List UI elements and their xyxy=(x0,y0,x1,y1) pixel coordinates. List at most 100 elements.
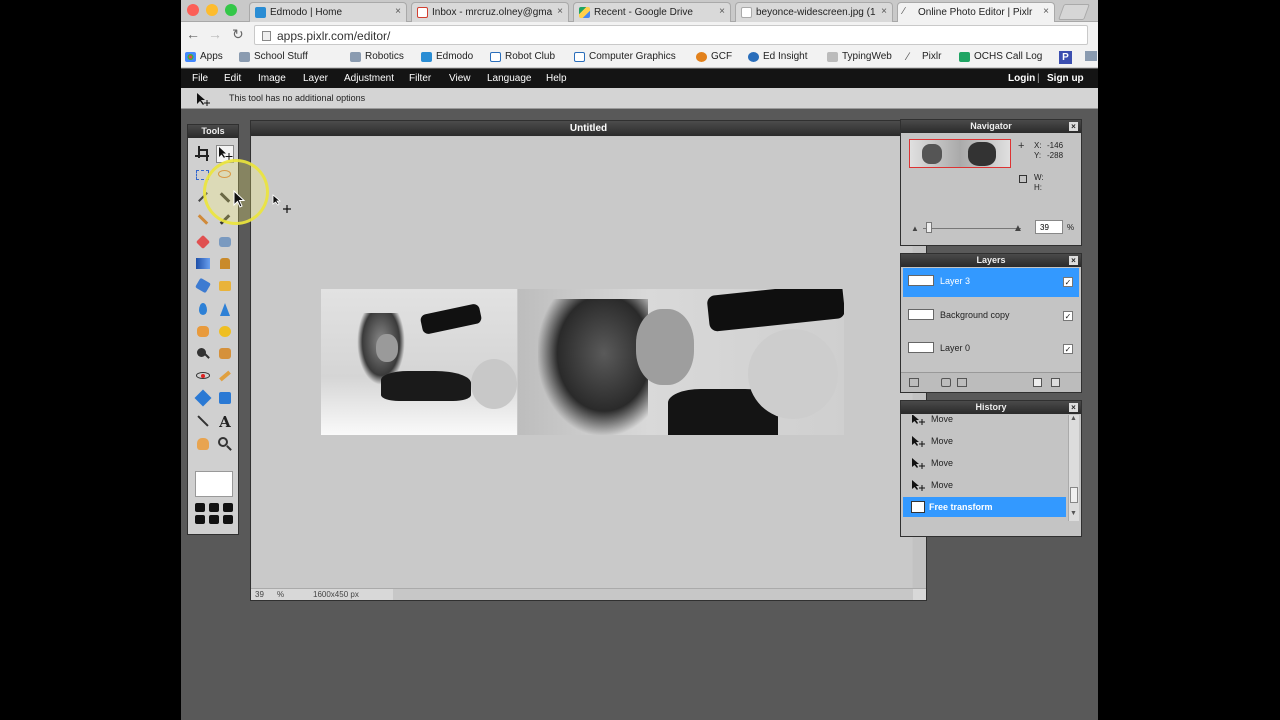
new-layer-icon[interactable] xyxy=(1033,378,1042,387)
tab-edmodo[interactable]: Edmodo | Home × xyxy=(249,2,407,22)
delete-layer-icon[interactable] xyxy=(1051,378,1060,387)
forward-arrow-icon[interactable]: → xyxy=(208,26,222,42)
tab-beyonce-image[interactable]: beyonce-widescreen.jpg (1 × xyxy=(735,2,893,22)
tab-gmail[interactable]: Inbox - mrcruz.olney@gma × xyxy=(411,2,569,22)
navigator-zoom-input[interactable]: 39 xyxy=(1035,220,1063,234)
scrollbar-thumb[interactable] xyxy=(1070,487,1078,503)
layer-styles-icon[interactable] xyxy=(909,378,919,387)
tab-close-icon[interactable]: × xyxy=(719,6,725,17)
layer-visibility-checkbox[interactable]: ✓ xyxy=(1063,311,1073,321)
close-icon[interactable]: × xyxy=(1069,122,1078,131)
layer-row-background-copy[interactable]: Background copy ✓ xyxy=(903,302,1079,331)
layer-mask-icon[interactable] xyxy=(941,378,951,387)
pinch-tool-icon[interactable] xyxy=(216,389,234,407)
menu-file[interactable]: File xyxy=(192,73,208,84)
dodge-tool-icon[interactable] xyxy=(194,345,212,363)
bloat-tool-icon[interactable] xyxy=(194,389,212,407)
red-eye-tool-icon[interactable] xyxy=(194,367,212,385)
drawing-tool-icon[interactable] xyxy=(216,277,234,295)
layer-3-image[interactable] xyxy=(518,289,844,435)
horizontal-scrollbar[interactable] xyxy=(393,589,913,600)
history-scrollbar[interactable]: ▲ ▼ xyxy=(1068,415,1079,521)
spot-heal-tool-icon[interactable] xyxy=(216,367,234,385)
history-item-move[interactable]: Move xyxy=(903,475,1066,495)
type-tool-icon[interactable]: A xyxy=(216,413,234,431)
tab-close-icon[interactable]: × xyxy=(1043,6,1049,17)
menu-language[interactable]: Language xyxy=(487,73,532,84)
zoom-tool-icon[interactable] xyxy=(216,435,234,453)
layer-folder-icon[interactable] xyxy=(957,378,967,387)
scroll-down-icon[interactable]: ▼ xyxy=(1070,510,1077,517)
tab-close-icon[interactable]: × xyxy=(395,6,401,17)
menu-edit[interactable]: Edit xyxy=(224,73,241,84)
bookmark-robotics[interactable]: Robotics xyxy=(350,51,404,62)
tab-close-icon[interactable]: × xyxy=(881,6,887,17)
history-item-move[interactable]: Move xyxy=(903,453,1066,473)
bookmark-ochs-call-log[interactable]: OCHS Call Log xyxy=(959,51,1042,62)
menu-view[interactable]: View xyxy=(449,73,471,84)
bookmark-robot-club[interactable]: Robot Club xyxy=(490,51,555,62)
menu-layer[interactable]: Layer xyxy=(303,73,328,84)
stamp-tool-icon[interactable] xyxy=(216,255,234,273)
blur-tool-icon[interactable] xyxy=(194,301,212,319)
layer-visibility-checkbox[interactable]: ✓ xyxy=(1063,277,1073,287)
bookmark-pixlr[interactable]: ∕ Pixlr xyxy=(907,51,941,63)
layer-visibility-checkbox[interactable]: ✓ xyxy=(1063,344,1073,354)
menu-adjustment[interactable]: Adjustment xyxy=(344,73,394,84)
tab-close-icon[interactable]: × xyxy=(557,6,563,17)
spray-tool-icon[interactable] xyxy=(216,233,234,251)
close-window-icon[interactable] xyxy=(187,4,199,16)
color-swatch[interactable] xyxy=(195,471,233,497)
address-bar[interactable]: apps.pixlr.com/editor/ xyxy=(254,25,1088,45)
sponge-tool-icon[interactable] xyxy=(216,323,234,341)
paint-bucket-icon[interactable] xyxy=(194,233,212,251)
menu-image[interactable]: Image xyxy=(258,73,286,84)
menu-help[interactable]: Help xyxy=(546,73,567,84)
folder-icon[interactable] xyxy=(1085,51,1097,64)
burn-tool-icon[interactable] xyxy=(216,345,234,363)
minimize-window-icon[interactable] xyxy=(206,4,218,16)
sharpen-tool-icon[interactable] xyxy=(216,301,234,319)
history-item-move[interactable]: Move xyxy=(903,415,1066,429)
zoom-in-icon[interactable]: ▲ xyxy=(1013,223,1023,234)
bookmark-typingweb[interactable]: TypingWeb xyxy=(827,51,892,62)
color-replace-icon[interactable] xyxy=(194,277,212,295)
zoom-slider-handle[interactable] xyxy=(926,222,932,233)
gradient-tool-icon[interactable] xyxy=(194,255,212,273)
menu-filter[interactable]: Filter xyxy=(409,73,431,84)
tab-google-drive[interactable]: Recent - Google Drive × xyxy=(573,2,731,22)
hand-tool-icon[interactable] xyxy=(194,435,212,453)
zoom-value[interactable]: 39 xyxy=(255,590,264,599)
smudge-tool-icon[interactable] xyxy=(194,323,212,341)
layer-row-layer-3[interactable]: Layer 3 ✓ xyxy=(903,268,1079,297)
canvas-area[interactable] xyxy=(252,137,912,589)
zoom-out-icon[interactable]: ▲ xyxy=(911,224,919,233)
navigator-thumbnail[interactable] xyxy=(909,139,1011,168)
view-options-grid-icon[interactable] xyxy=(195,503,233,527)
bookmark-computer-graphics[interactable]: Computer Graphics xyxy=(574,51,676,62)
back-arrow-icon[interactable]: ← xyxy=(186,26,200,42)
history-item-free-transform[interactable]: Free transform xyxy=(903,497,1066,517)
login-link[interactable]: Login xyxy=(1008,73,1035,84)
background-copy-image[interactable] xyxy=(321,289,517,435)
layer-row-layer-0[interactable]: Layer 0 ✓ xyxy=(903,335,1079,364)
scroll-up-icon[interactable]: ▲ xyxy=(1070,415,1077,422)
bookmark-school-stuff[interactable]: School Stuff xyxy=(239,51,308,62)
bookmark-p[interactable]: P xyxy=(1059,51,1072,64)
brush-tool-icon[interactable] xyxy=(194,211,212,229)
color-picker-icon[interactable] xyxy=(194,413,212,431)
reload-icon[interactable]: ↻ xyxy=(232,26,244,43)
close-icon[interactable]: × xyxy=(1069,403,1078,412)
bookmark-gcf[interactable]: GCF xyxy=(696,51,732,62)
tab-pixlr[interactable]: ∕ Online Photo Editor | Pixlr × xyxy=(897,2,1055,22)
crop-tool-icon[interactable] xyxy=(194,145,212,163)
zoom-slider-track[interactable] xyxy=(923,228,1021,229)
maximize-window-icon[interactable] xyxy=(225,4,237,16)
new-tab-button[interactable] xyxy=(1058,4,1090,20)
bookmark-ed-insight[interactable]: Ed Insight xyxy=(748,51,807,62)
history-item-move[interactable]: Move xyxy=(903,431,1066,451)
signup-link[interactable]: Sign up xyxy=(1047,73,1084,84)
close-icon[interactable]: × xyxy=(1069,256,1078,265)
bookmark-apps[interactable]: Apps xyxy=(185,51,223,62)
bookmark-edmodo[interactable]: Edmodo xyxy=(421,51,473,62)
